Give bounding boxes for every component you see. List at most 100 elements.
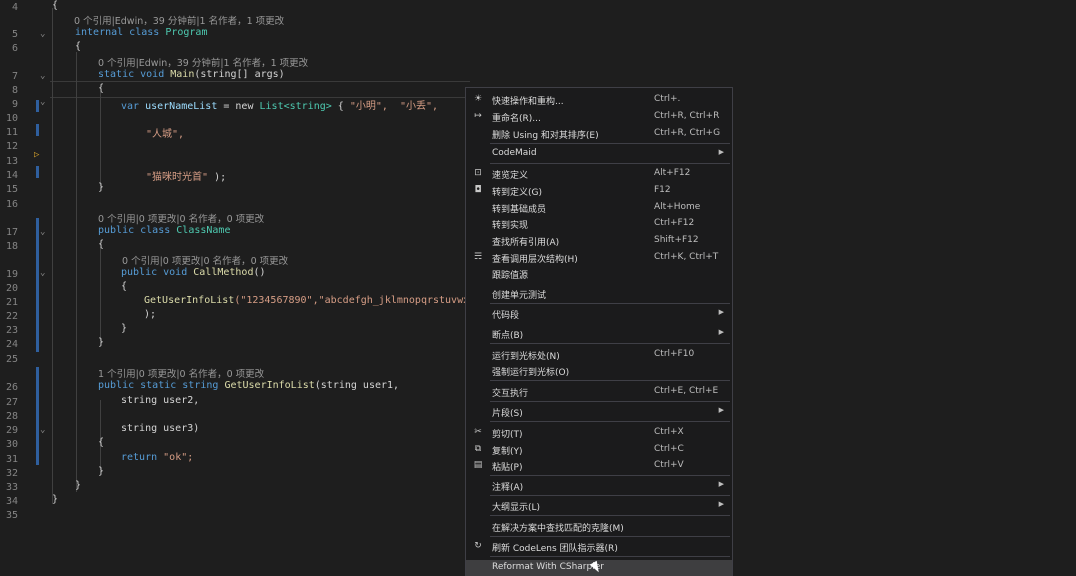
menu-item[interactable]: 删除 Using 和对其排序(E) Ctrl+R, Ctrl+G	[466, 126, 732, 142]
menu-item[interactable]: 注释(A) ▶	[466, 478, 732, 494]
code-line[interactable]: }	[52, 494, 58, 505]
codelens-getuserinfolist[interactable]: 1 个引用|0 项更改|0 名作者，0 项更改	[98, 366, 264, 380]
current-line-highlight	[50, 81, 470, 98]
code-line[interactable]: {	[52, 0, 58, 11]
menu-item[interactable]: 查找所有引用(A) Shift+F12	[466, 233, 732, 249]
menu-item[interactable]: 代码段 ▶	[466, 306, 732, 322]
submenu-arrow-icon: ▶	[718, 328, 724, 336]
line-number: 29	[5, 425, 18, 436]
menu-separator	[490, 495, 730, 496]
line-number: 14	[5, 170, 18, 181]
code-line[interactable]: {	[98, 239, 104, 250]
code-line[interactable]: GetUserInfoList("1234567890","abcdefgh_j…	[144, 295, 469, 306]
menu-item[interactable]: ☴ 查看调用层次结构(H) Ctrl+K, Ctrl+T	[466, 250, 732, 266]
code-line[interactable]: );	[144, 309, 156, 320]
code-line[interactable]: }	[98, 337, 104, 348]
code-line[interactable]: string user3)	[121, 423, 199, 434]
line-number: 13	[5, 156, 18, 167]
code-line[interactable]: {	[121, 281, 127, 292]
line-number: 20	[5, 283, 18, 294]
menu-item-label: 复制(Y)	[492, 447, 523, 457]
line-number: 23	[5, 325, 18, 336]
code-line[interactable]: }	[98, 466, 104, 477]
line-number: 5	[11, 29, 18, 40]
change-bar	[36, 124, 39, 136]
line-number: 32	[5, 468, 18, 479]
menu-item[interactable]: 跟踪值源	[466, 266, 732, 282]
menu-item-label: 重命名(R)...	[492, 114, 541, 124]
menu-item-label: 转到基础成员	[492, 205, 547, 215]
fold-chevron-icon[interactable]: ⌄	[40, 29, 50, 39]
code-line[interactable]: public static string GetUserInfoList(str…	[98, 380, 399, 391]
menu-item[interactable]: CodeMaid ▶	[466, 146, 732, 162]
menu-item-label: 速览定义	[492, 171, 529, 181]
line-number: 30	[5, 439, 18, 450]
code-line[interactable]: static void Main(string[] args)	[98, 69, 285, 80]
menu-item[interactable]: 转到实现 Ctrl+F12	[466, 216, 732, 232]
menu-item-shortcut: Ctrl+C	[654, 444, 684, 454]
submenu-arrow-icon: ▶	[718, 500, 724, 508]
menu-item[interactable]: ⊡ 速览定义 Alt+F12	[466, 166, 732, 182]
code-line[interactable]: return "ok";	[121, 452, 193, 463]
code-line[interactable]: }	[121, 323, 127, 334]
menu-item-label: 查看调用层次结构(H)	[492, 255, 578, 265]
menu-item[interactable]: ↦ 重命名(R)... Ctrl+R, Ctrl+R	[466, 109, 732, 125]
fold-chevron-icon[interactable]: ⌄	[40, 97, 50, 107]
indent-guide	[100, 400, 101, 472]
code-line[interactable]: public class ClassName	[98, 225, 230, 236]
line-number: 22	[5, 311, 18, 322]
codelens-program[interactable]: 0 个引用|Edwin，39 分钟前|1 名作者，1 项更改	[74, 13, 284, 27]
menu-item[interactable]: 断点(B) ▶	[466, 326, 732, 342]
code-line[interactable]: {	[98, 83, 104, 94]
menu-separator	[490, 401, 730, 402]
menu-item[interactable]: ↻ 刷新 CodeLens 团队指示器(R)	[466, 539, 732, 555]
fold-chevron-icon[interactable]: ⌄	[40, 268, 50, 278]
line-number: 27	[5, 397, 18, 408]
codelens-callmethod[interactable]: 0 个引用|0 项更改|0 名作者，0 项更改	[122, 253, 288, 267]
line-number: 35	[5, 510, 18, 521]
code-line[interactable]: }	[98, 182, 104, 193]
menu-item-label: Reformat With CSharpier	[492, 562, 604, 572]
codelens-classname[interactable]: 0 个引用|0 项更改|0 名作者，0 项更改	[98, 211, 264, 225]
codelens-main[interactable]: 0 个引用|Edwin，39 分钟前|1 名作者，1 项更改	[98, 55, 308, 69]
menu-item[interactable]: ✂ 剪切(T) Ctrl+X	[466, 425, 732, 441]
code-line[interactable]: var userNameList = new List<string> { "小…	[121, 97, 438, 112]
menu-item-shortcut: F12	[654, 185, 671, 195]
menu-item[interactable]: 转到基础成员 Alt+Home	[466, 200, 732, 216]
code-line[interactable]: public void CallMethod()	[121, 267, 266, 278]
menu-item-label: 粘贴(P)	[492, 463, 523, 473]
line-number: 21	[5, 297, 18, 308]
line-number: 28	[5, 411, 18, 422]
code-line[interactable]: "猫咪时光首" );	[146, 168, 226, 183]
menu-item-shortcut: Shift+F12	[654, 235, 699, 245]
change-bar	[36, 218, 39, 352]
fold-chevron-icon[interactable]: ⌄	[40, 425, 50, 435]
code-line[interactable]: {	[98, 437, 104, 448]
line-number: 7	[11, 71, 18, 82]
fold-chevron-icon[interactable]: ⌄	[40, 71, 50, 81]
fold-chevron-icon[interactable]: ⌄	[40, 227, 50, 237]
menu-item[interactable]: ☀ 快速操作和重构... Ctrl+.	[466, 92, 732, 108]
menu-item[interactable]: 片段(S) ▶	[466, 404, 732, 420]
menu-item[interactable]: 创建单元测试	[466, 286, 732, 302]
menu-item[interactable]: 交互执行 Ctrl+E, Ctrl+E	[466, 384, 732, 400]
menu-item[interactable]: 在解决方案中查找匹配的克隆(M)	[466, 519, 732, 535]
menu-separator	[490, 475, 730, 476]
menu-item-label: 注释(A)	[492, 483, 524, 493]
code-line[interactable]: "人城",	[146, 125, 184, 140]
breakpoint-arrow-icon[interactable]: ▷	[34, 150, 39, 160]
line-number: 34	[5, 496, 18, 507]
menu-item[interactable]: 大纲显示(L) ▶	[466, 498, 732, 514]
menu-item[interactable]: ◘ 转到定义(G) F12	[466, 183, 732, 199]
code-line[interactable]: {	[75, 41, 81, 52]
line-number: 9	[11, 99, 18, 110]
code-line[interactable]: string user2,	[121, 395, 199, 406]
menu-item-shortcut: Ctrl+.	[654, 94, 681, 104]
code-line[interactable]: }	[75, 480, 81, 491]
menu-item[interactable]: ⧉ 复制(Y) Ctrl+C	[466, 442, 732, 458]
menu-item[interactable]: 强制运行到光标(O)	[466, 363, 732, 379]
menu-item[interactable]: 运行到光标处(N) Ctrl+F10	[466, 347, 732, 363]
menu-item[interactable]: ▤ 粘贴(P) Ctrl+V	[466, 458, 732, 474]
context-menu: ☀ 快速操作和重构... Ctrl+. ↦ 重命名(R)... Ctrl+R, Ctrl+…	[465, 87, 733, 576]
code-line[interactable]: internal class Program	[75, 27, 207, 38]
